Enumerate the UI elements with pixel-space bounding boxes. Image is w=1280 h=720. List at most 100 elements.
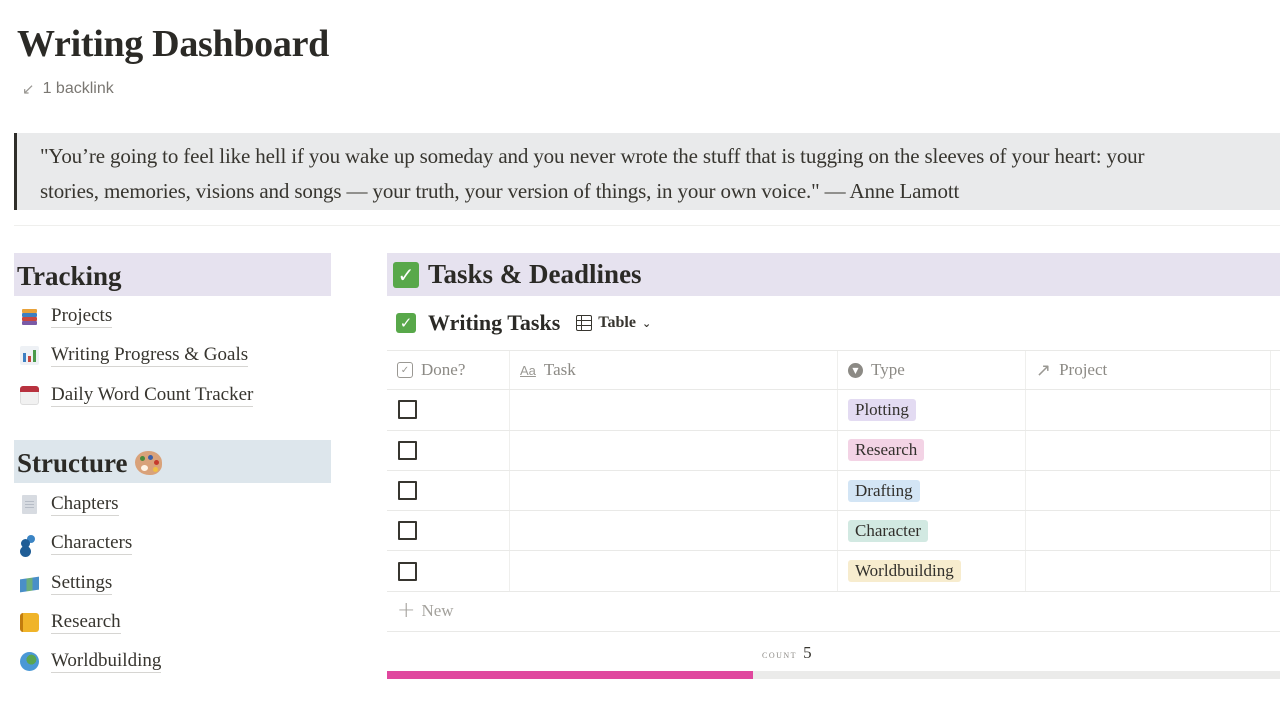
link-characters[interactable]: Characters	[20, 524, 161, 563]
column-header-task[interactable]: Aa Task	[510, 351, 838, 390]
extra-cell	[1271, 511, 1280, 550]
check-mark-button-icon: ✓	[396, 313, 416, 333]
column-label: Done?	[421, 360, 466, 380]
globe-icon	[20, 652, 39, 672]
people-icon	[20, 534, 39, 553]
tasks-heading-text: Tasks & Deadlines	[428, 259, 642, 289]
structure-heading-text: Structure	[17, 447, 128, 478]
count-value: 5	[803, 643, 812, 662]
database-title[interactable]: Writing Tasks	[428, 310, 560, 336]
link-writing-progress-goals[interactable]: Writing Progress & Goals	[20, 336, 253, 375]
link-label[interactable]: Chapters	[51, 493, 119, 517]
artist-palette-icon	[135, 451, 163, 475]
link-projects[interactable]: Projects	[20, 297, 253, 336]
done-cell	[387, 470, 510, 511]
calendar-icon	[20, 385, 39, 405]
link-chapters[interactable]: Chapters	[20, 485, 161, 524]
link-label[interactable]: Writing Progress & Goals	[51, 344, 249, 368]
new-row-button[interactable]: + New	[387, 592, 1280, 632]
notebook-icon	[20, 613, 39, 633]
extra-cell	[1271, 471, 1280, 510]
extra-cell	[1271, 551, 1280, 590]
done-checkbox[interactable]	[398, 481, 417, 501]
column-label: Task	[543, 360, 576, 380]
link-label[interactable]: Characters	[51, 532, 133, 556]
table-row[interactable]: Character	[387, 511, 1280, 552]
column-header-type[interactable]: ▼ Type	[838, 351, 1026, 390]
check-mark-button-icon: ✓	[393, 261, 419, 288]
type-tag: Drafting	[848, 479, 920, 502]
table-view-icon	[576, 315, 593, 331]
done-cell	[387, 430, 510, 470]
project-cell[interactable]	[1026, 470, 1271, 511]
tracking-heading: Tracking	[14, 253, 331, 296]
done-checkbox[interactable]	[398, 561, 417, 581]
plus-icon: +	[397, 598, 416, 624]
type-tag: Character	[848, 519, 929, 542]
project-cell[interactable]	[1026, 511, 1271, 551]
table-row[interactable]: Worldbuilding	[387, 551, 1280, 592]
done-checkbox[interactable]	[398, 521, 417, 541]
scrollbar-thumb[interactable]	[387, 671, 754, 679]
view-switcher[interactable]: Table ⌄	[576, 314, 651, 332]
done-cell	[387, 390, 510, 430]
count-summary[interactable]: COUNT 5	[762, 643, 812, 663]
view-label: Table	[598, 314, 636, 331]
document-icon	[22, 495, 37, 515]
type-cell[interactable]: Research	[838, 430, 1026, 470]
link-label[interactable]: Projects	[51, 305, 113, 329]
done-cell	[387, 511, 510, 551]
project-cell[interactable]	[1026, 551, 1271, 591]
page-title: Writing Dashboard	[17, 23, 329, 65]
map-icon	[20, 576, 39, 593]
relation-arrow-icon: ↗	[1036, 359, 1052, 381]
structure-links: Chapters Characters Settings Research Wo…	[20, 485, 162, 681]
quote-block: "You’re going to feel like hell if you w…	[14, 133, 1280, 210]
link-research[interactable]: Research	[20, 603, 161, 642]
type-tag: Research	[848, 439, 925, 462]
project-cell[interactable]	[1026, 430, 1271, 470]
checkbox-property-icon: ✓	[397, 362, 413, 379]
table-row[interactable]: Plotting	[387, 390, 1280, 431]
task-cell[interactable]	[510, 470, 838, 511]
count-label: COUNT	[762, 647, 798, 661]
link-settings[interactable]: Settings	[20, 564, 161, 603]
link-label[interactable]: Daily Word Count Tracker	[51, 384, 254, 407]
type-cell[interactable]: Worldbuilding	[838, 551, 1026, 591]
done-checkbox[interactable]	[398, 440, 417, 460]
task-cell[interactable]	[510, 551, 838, 591]
project-cell[interactable]	[1026, 390, 1271, 430]
column-header-done[interactable]: ✓ Done?	[387, 351, 510, 390]
task-cell[interactable]	[510, 390, 838, 430]
backlink-arrow-icon: ↙	[22, 81, 35, 98]
bar-chart-icon	[20, 346, 39, 366]
horizontal-scrollbar[interactable]	[387, 671, 1280, 679]
task-cell[interactable]	[510, 511, 838, 551]
chevron-down-icon: ⌄	[641, 316, 652, 330]
table-row[interactable]: Drafting	[387, 470, 1280, 512]
table-row[interactable]: Research	[387, 430, 1280, 471]
divider	[14, 225, 1280, 226]
table-header-row: ✓ Done? Aa Task ▼ Type ↗ Project	[387, 350, 1280, 391]
column-label: Project	[1059, 360, 1108, 380]
new-row-label: New	[421, 601, 454, 621]
link-daily-word-count-tracker[interactable]: Daily Word Count Tracker	[20, 376, 254, 415]
done-checkbox[interactable]	[398, 400, 417, 420]
link-label[interactable]: Settings	[51, 572, 113, 595]
extra-cell	[1271, 390, 1280, 429]
type-cell[interactable]: Drafting	[838, 470, 1026, 511]
column-label: Type	[871, 360, 905, 380]
quote-line-1: "You’re going to feel like hell if you w…	[40, 144, 1145, 168]
task-cell[interactable]	[510, 430, 838, 470]
title-property-icon: Aa	[520, 362, 536, 378]
type-tag: Plotting	[848, 398, 916, 421]
link-worldbuilding[interactable]: Worldbuilding	[20, 642, 162, 681]
column-header-project[interactable]: ↗ Project	[1026, 351, 1271, 390]
link-label[interactable]: Worldbuilding	[51, 650, 162, 674]
backlinks-button[interactable]: ↙ 1 backlink	[22, 80, 114, 98]
type-cell[interactable]: Plotting	[838, 390, 1026, 430]
link-label[interactable]: Research	[51, 611, 121, 635]
tracking-heading-text: Tracking	[17, 260, 122, 291]
backlink-label: 1 backlink	[42, 80, 114, 97]
type-cell[interactable]: Character	[838, 511, 1026, 551]
